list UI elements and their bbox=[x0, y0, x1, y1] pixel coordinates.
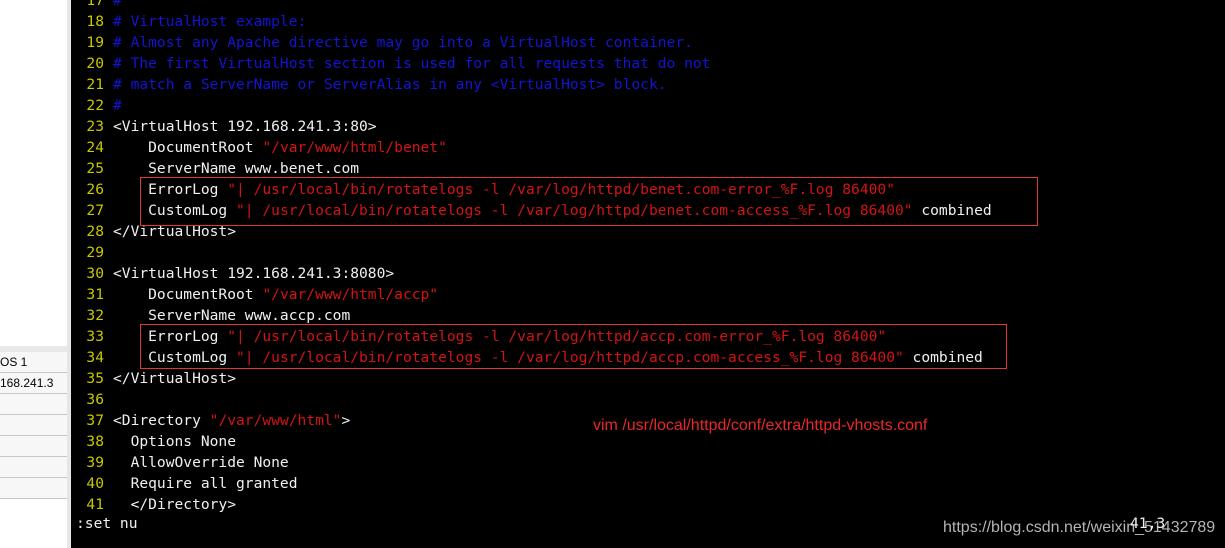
list-item[interactable]: OS 1 bbox=[0, 352, 67, 373]
code-line: 18 # VirtualHost example: bbox=[71, 11, 1225, 32]
code-line: 30 <VirtualHost 192.168.241.3:8080> bbox=[71, 263, 1225, 284]
line-number: 31 bbox=[86, 286, 104, 303]
code-line: 29 bbox=[71, 242, 1225, 263]
code-text: <VirtualHost 192.168.241.3:8080> bbox=[113, 265, 395, 282]
code-text: # bbox=[113, 0, 122, 9]
code-line: 31 DocumentRoot "/var/www/html/accp" bbox=[71, 284, 1225, 305]
code-line: 41 </Directory> bbox=[71, 494, 1225, 515]
code-line: 35 </VirtualHost> bbox=[71, 368, 1225, 389]
list-item[interactable] bbox=[0, 415, 67, 436]
line-number: 17 bbox=[86, 0, 104, 9]
code-text: # The first VirtualHost section is used … bbox=[113, 55, 711, 72]
code-text: "/var/www/html/benet" bbox=[262, 139, 447, 156]
code-line: 32 ServerName www.accp.com bbox=[71, 305, 1225, 326]
list-item[interactable]: 168.241.3 bbox=[0, 373, 67, 394]
code-line: 23 <VirtualHost 192.168.241.3:80> bbox=[71, 116, 1225, 137]
line-number: 35 bbox=[86, 370, 104, 387]
code-text: # Almost any Apache directive may go int… bbox=[113, 34, 693, 51]
list-item[interactable] bbox=[0, 436, 67, 457]
line-number: 30 bbox=[86, 265, 104, 282]
annotation-command: vim /usr/local/httpd/conf/extra/httpd-vh… bbox=[593, 417, 928, 434]
code-line: 21 # match a ServerName or ServerAlias in… bbox=[71, 74, 1225, 95]
list-item[interactable] bbox=[0, 478, 67, 499]
line-number: 39 bbox=[86, 454, 104, 471]
code-text: "/var/www/html" bbox=[209, 412, 342, 429]
code-line: 24 DocumentRoot "/var/www/html/benet" bbox=[71, 137, 1225, 158]
code-line: 25 ServerName www.benet.com bbox=[71, 158, 1225, 179]
highlight-box-accp bbox=[140, 324, 1007, 369]
code-text: AllowOverride None bbox=[113, 454, 289, 471]
line-number: 22 bbox=[86, 97, 104, 114]
code-text: # match a ServerName or ServerAlias in a… bbox=[113, 76, 667, 93]
line-number: 36 bbox=[86, 391, 104, 408]
line-number: 18 bbox=[86, 13, 104, 30]
code-line: 19 # Almost any Apache directive may go i… bbox=[71, 32, 1225, 53]
line-number: 41 bbox=[86, 496, 104, 513]
highlight-box-benet bbox=[140, 177, 1038, 226]
watermark: https://blog.csdn.net/weixin_51432789 bbox=[943, 519, 1216, 536]
code-text: <Directory bbox=[113, 412, 210, 429]
line-number: 26 bbox=[86, 181, 104, 198]
code-line: 40 Require all granted bbox=[71, 473, 1225, 494]
line-number: 25 bbox=[86, 160, 104, 177]
code-text: # VirtualHost example: bbox=[113, 13, 307, 30]
code-text: Options None bbox=[113, 433, 237, 450]
line-number: 29 bbox=[86, 244, 104, 261]
side-panel: OS 1 168.241.3 bbox=[0, 0, 71, 548]
line-number: 19 bbox=[86, 34, 104, 51]
code-text: </VirtualHost> bbox=[113, 370, 237, 387]
cursor-position: 41,3 bbox=[1130, 515, 1166, 532]
code-line: 17 # bbox=[71, 0, 1225, 11]
line-number: 28 bbox=[86, 223, 104, 240]
line-number: 40 bbox=[86, 475, 104, 492]
line-number: 24 bbox=[86, 139, 104, 156]
line-number: 38 bbox=[86, 433, 104, 450]
code-text: <VirtualHost 192.168.241.3:80> bbox=[113, 118, 377, 135]
list-item[interactable] bbox=[0, 457, 67, 478]
code-line: 36 bbox=[71, 389, 1225, 410]
code-text: ServerName www.accp.com bbox=[113, 307, 351, 324]
code-text: > bbox=[341, 412, 351, 429]
code-text: Require all granted bbox=[113, 475, 298, 492]
line-number: 34 bbox=[86, 349, 104, 366]
list-item[interactable] bbox=[0, 394, 67, 415]
code-text: # bbox=[113, 97, 122, 114]
code-text: "/var/www/html/accp" bbox=[262, 286, 439, 303]
line-number: 32 bbox=[86, 307, 104, 324]
vim-editor[interactable]: 17 #18 # VirtualHost example: 19 # Almost an… bbox=[71, 0, 1225, 515]
code-line: 39 AllowOverride None bbox=[71, 452, 1225, 473]
code-text: /Directory> bbox=[139, 496, 237, 513]
host-list: OS 1 168.241.3 bbox=[0, 352, 67, 499]
code-text: DocumentRoot bbox=[113, 286, 263, 303]
command-line[interactable]: :set nu bbox=[76, 515, 138, 532]
line-number: 23 bbox=[86, 118, 104, 135]
code-text: ServerName www.benet.com bbox=[113, 160, 360, 177]
code-line: 22 # bbox=[71, 95, 1225, 116]
line-number: 33 bbox=[86, 328, 104, 345]
code-text: DocumentRoot bbox=[113, 139, 263, 156]
code-line: 20 # The first VirtualHost section is use… bbox=[71, 53, 1225, 74]
line-number: 37 bbox=[86, 412, 104, 429]
line-number: 20 bbox=[86, 55, 104, 72]
line-number: 21 bbox=[86, 76, 104, 93]
line-number: 27 bbox=[86, 202, 104, 219]
